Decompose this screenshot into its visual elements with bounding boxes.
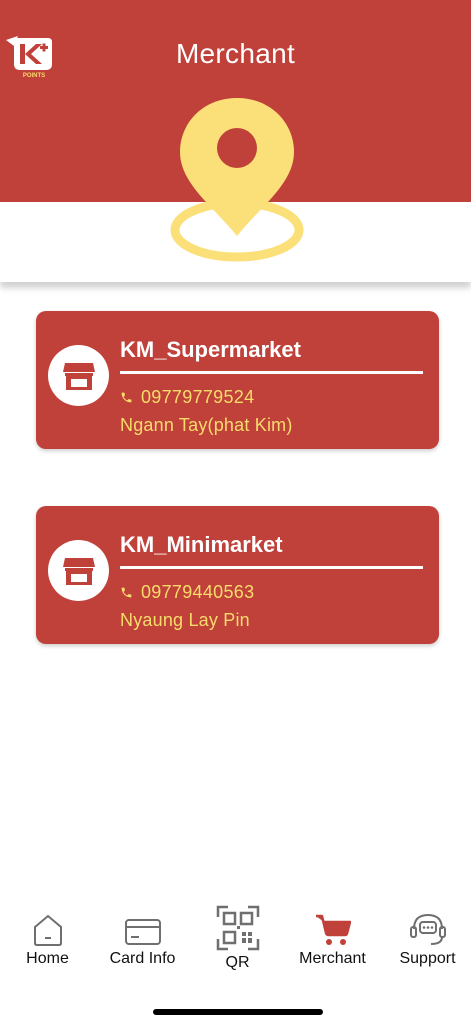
headset-chat-icon	[409, 913, 446, 945]
card-icon	[124, 919, 161, 945]
nav-item-home[interactable]: Home	[0, 895, 95, 968]
divider	[120, 371, 423, 374]
nav-item-support[interactable]: Support	[380, 895, 471, 968]
bottom-nav: Home Card Info QR Merchant Support	[0, 895, 471, 985]
page-title: Merchant	[175, 38, 296, 69]
merchant-name: KM_Minimarket	[120, 532, 283, 557]
cart-icon	[315, 914, 351, 945]
shop-icon-circle	[48, 540, 109, 601]
phone-row[interactable]: 09779779524	[120, 387, 254, 408]
divider	[120, 566, 423, 569]
home-indicator[interactable]	[153, 1009, 323, 1015]
nav-item-merchant[interactable]: Merchant	[285, 895, 380, 968]
phone-icon	[121, 587, 132, 598]
merchant-phone: 09779779524	[141, 387, 255, 407]
home-icon	[33, 914, 62, 946]
svg-text:POINTS: POINTS	[23, 73, 45, 79]
shop-icon-circle	[48, 345, 109, 406]
merchant-phone: 09779440563	[141, 582, 255, 602]
phone-icon	[121, 392, 132, 403]
qr-code-icon	[216, 905, 259, 951]
nav-label: Home	[26, 950, 69, 967]
shop-icon	[62, 557, 95, 585]
location-pin-icon	[170, 98, 304, 262]
nav-label: Support	[399, 950, 456, 967]
nav-label: Card Info	[109, 950, 176, 967]
merchant-name: KM_Supermarket	[120, 337, 301, 362]
merchant-address: Nyaung Lay Pin	[120, 610, 250, 630]
shop-icon	[62, 362, 95, 390]
phone-row[interactable]: 09779440563	[120, 582, 254, 603]
nav-label: QR	[225, 954, 250, 971]
nav-label: Merchant	[299, 950, 366, 967]
nav-item-card-info[interactable]: Card Info	[95, 895, 190, 968]
merchant-address: Ngann Tay(phat Kim)	[120, 415, 293, 435]
merchant-card[interactable]: KM_Minimarket 09779440563 Nyaung Lay Pin	[36, 506, 439, 644]
nav-item-qr[interactable]: QR	[190, 895, 285, 972]
merchant-card[interactable]: KM_Supermarket 09779779524 Ngann Tay(pha…	[36, 311, 439, 449]
